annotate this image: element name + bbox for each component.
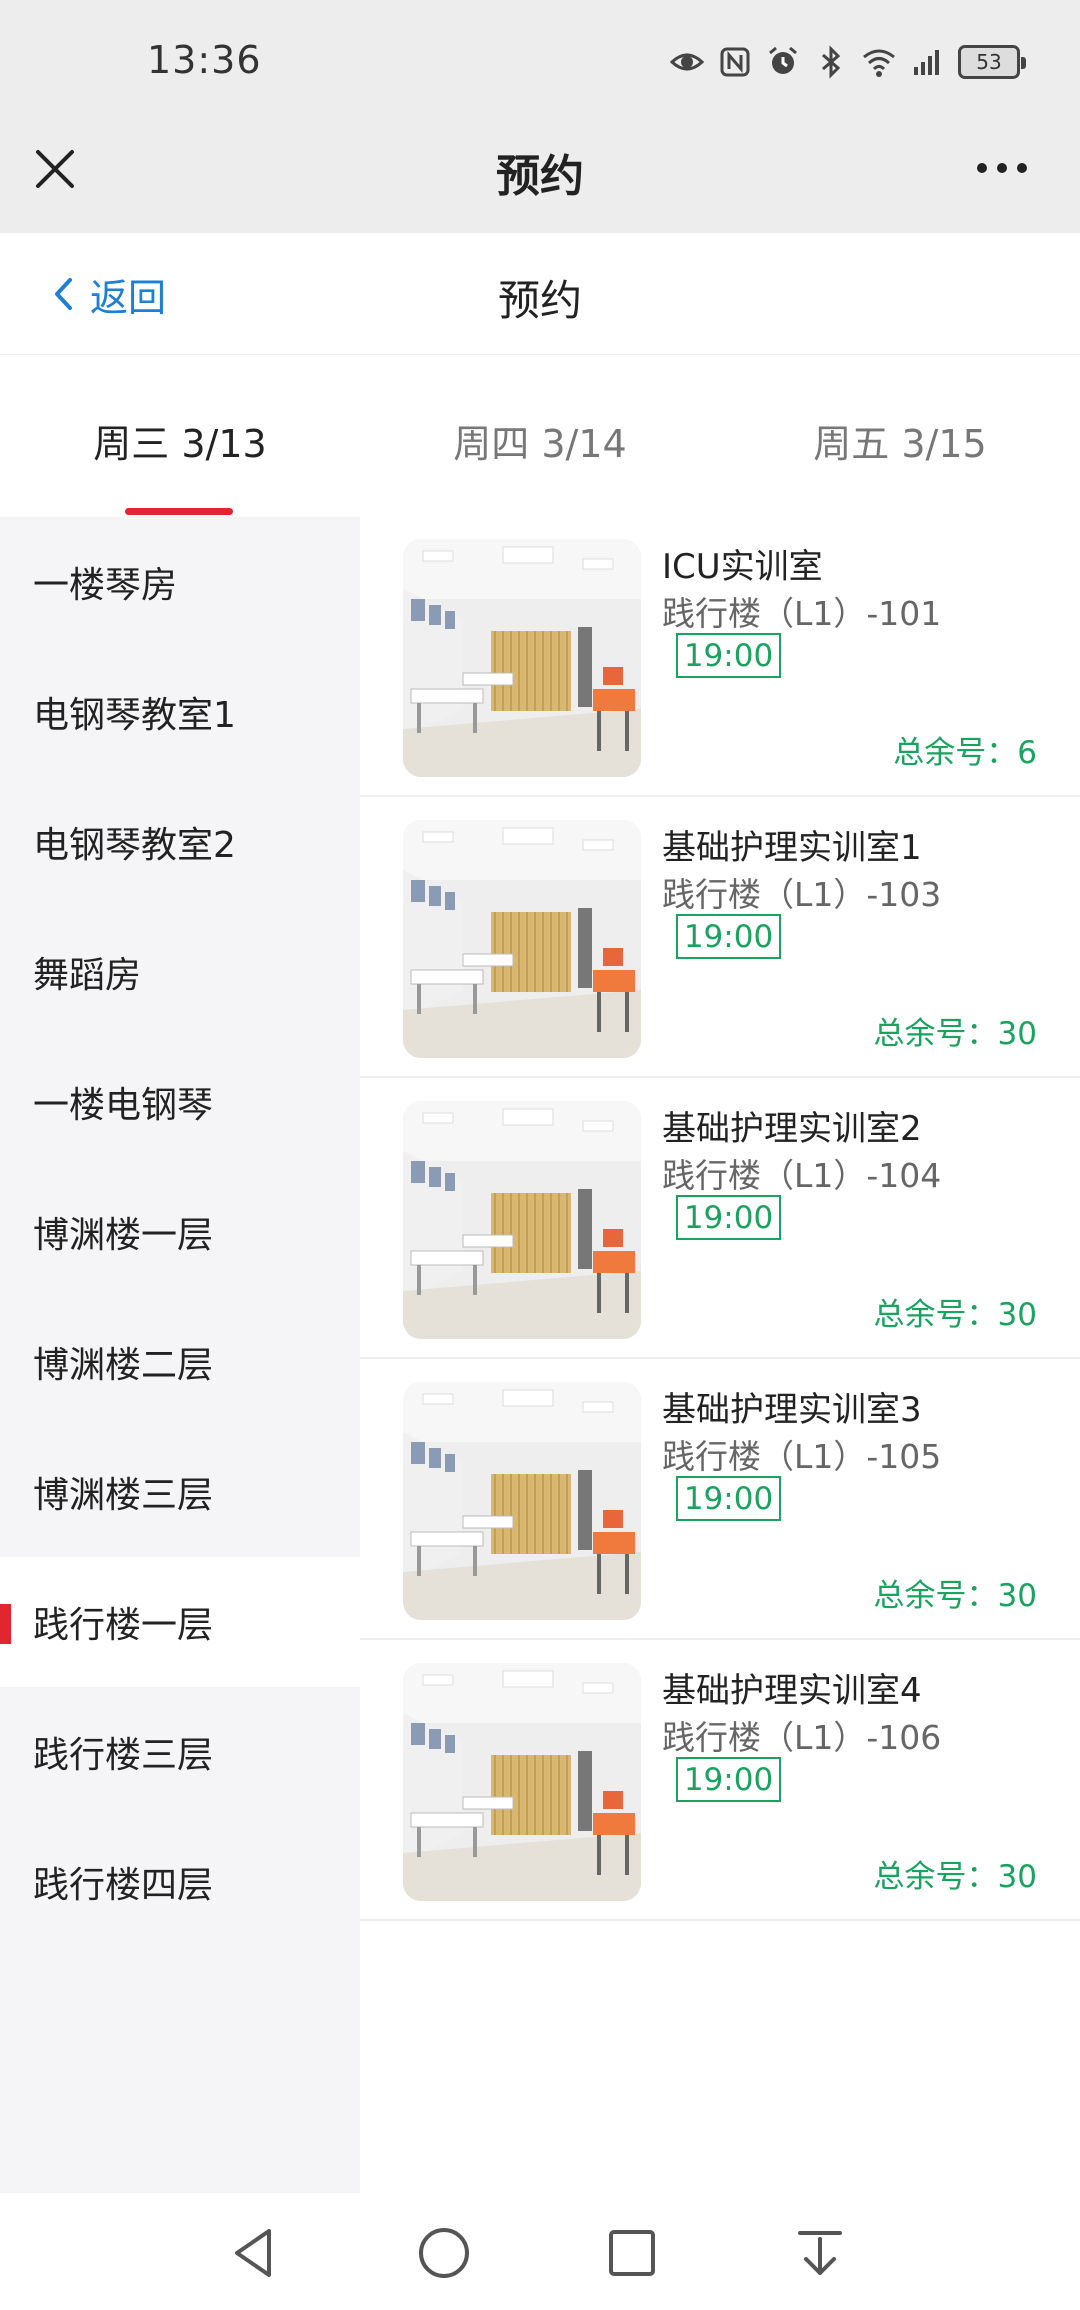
battery-icon: 53 [958,45,1026,79]
webview-title: 预约 [496,151,584,202]
room-location: 践行楼（L1）-104 [662,1156,942,1195]
remaining-count: 总余号：6 [893,735,1037,771]
room-photo [403,1663,641,1901]
active-tab-indicator [125,508,233,515]
room-card[interactable]: ICU实训室 践行楼（L1）-101 19:00 总余号：6 [360,517,1080,797]
signal-4g-icon [910,45,944,79]
room-card[interactable]: 基础护理实训室3 践行楼（L1）-105 19:00 总余号：30 [360,1360,1080,1640]
room-name: ICU实训室 [662,547,823,587]
home-circle-icon[interactable] [414,2223,474,2283]
system-nav-bar [0,2193,1080,2310]
room-name: 基础护理实训室1 [662,828,922,868]
sidebar-item-active[interactable]: 践行楼一层 [0,1557,360,1687]
room-location: 践行楼（L1）-101 [662,594,942,633]
nfc-icon [718,45,752,79]
time-slot-tag[interactable]: 19:00 [676,1195,781,1240]
tab-thu[interactable]: 周四 3/14 [360,413,720,468]
page-title: 预约 [497,276,582,325]
eye-icon [670,45,704,79]
sidebar-item[interactable]: 一楼电钢琴 [0,1037,360,1167]
sidebar-item[interactable]: 电钢琴教室2 [0,777,360,907]
sidebar-item[interactable]: 博渊楼二层 [0,1297,360,1427]
status-icons: 53 [670,40,1026,84]
room-photo [403,1101,641,1339]
wifi-icon [862,45,896,79]
status-bar: 13:36 53 [0,0,1080,118]
sidebar-item[interactable]: 博渊楼三层 [0,1427,360,1557]
room-location: 践行楼（L1）-105 [662,1437,942,1476]
recents-square-icon[interactable] [602,2223,662,2283]
sidebar-item[interactable]: 电钢琴教室1 [0,647,360,777]
remaining-count: 总余号：30 [873,1859,1037,1895]
notification-pulldown-icon[interactable] [790,2223,850,2283]
page-header: 返回 预约 [0,233,1080,355]
bluetooth-icon [814,45,848,79]
remaining-count: 总余号：30 [873,1297,1037,1333]
webview-title-bar: 预约 [0,118,1080,233]
room-photo [403,1382,641,1620]
time-slot-tag[interactable]: 19:00 [676,914,781,959]
time-slot-tag[interactable]: 19:00 [676,1476,781,1521]
alarm-icon [766,45,800,79]
sidebar-item-label: 践行楼一层 [33,1605,214,1646]
status-time: 13:36 [147,38,262,82]
room-name: 基础护理实训室4 [662,1671,922,1711]
active-marker [0,1604,11,1644]
room-name: 基础护理实训室2 [662,1109,922,1149]
sidebar-item[interactable]: 践行楼三层 [0,1687,360,1817]
room-photo [403,820,641,1058]
tab-fri[interactable]: 周五 3/15 [720,413,1080,468]
room-card[interactable]: 基础护理实训室2 践行楼（L1）-104 19:00 总余号：30 [360,1079,1080,1359]
sidebar: 一楼琴房 电钢琴教室1 电钢琴教室2 舞蹈房 一楼电钢琴 博渊楼一层 博渊楼二层… [0,517,360,2193]
tab-wed[interactable]: 周三 3/13 [0,413,360,468]
sidebar-item[interactable]: 一楼琴房 [0,517,360,647]
room-card[interactable]: 基础护理实训室4 践行楼（L1）-106 19:00 总余号：30 [360,1641,1080,1921]
more-icon[interactable] [972,148,1032,188]
room-card[interactable]: 基础护理实训室1 践行楼（L1）-103 19:00 总余号：30 [360,798,1080,1078]
room-photo [403,539,641,777]
sidebar-item[interactable]: 博渊楼一层 [0,1167,360,1297]
back-triangle-icon[interactable] [225,2223,285,2283]
remaining-count: 总余号：30 [873,1016,1037,1052]
room-name: 基础护理实训室3 [662,1390,922,1430]
room-location: 践行楼（L1）-106 [662,1718,942,1757]
time-slot-tag[interactable]: 19:00 [676,633,781,678]
time-slot-tag[interactable]: 19:00 [676,1757,781,1802]
date-tabs: 周三 3/13 周四 3/14 周五 3/15 [0,355,1080,517]
room-location: 践行楼（L1）-103 [662,875,942,914]
sidebar-item[interactable]: 舞蹈房 [0,907,360,1037]
sidebar-item[interactable]: 践行楼四层 [0,1817,360,1947]
remaining-count: 总余号：30 [873,1578,1037,1614]
